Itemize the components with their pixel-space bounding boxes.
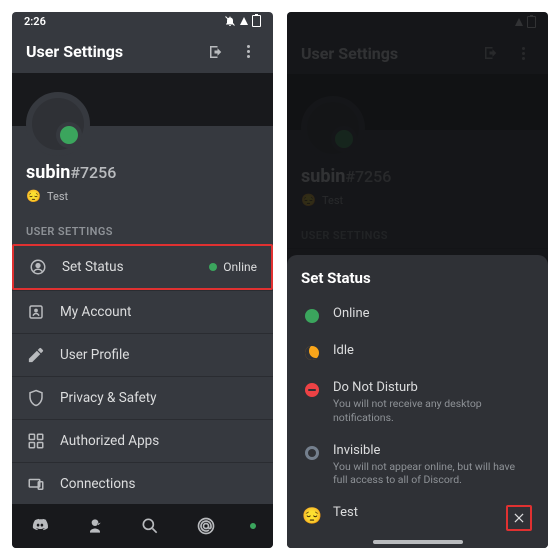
battery-icon bbox=[252, 15, 261, 27]
option-label: Test bbox=[333, 505, 494, 520]
search-icon[interactable] bbox=[139, 515, 161, 537]
exit-icon[interactable] bbox=[205, 41, 227, 63]
home-indicator bbox=[373, 540, 463, 544]
custom-status-emoji: 😔 bbox=[303, 506, 321, 524]
option-subtext: You will not appear online, but will hav… bbox=[333, 460, 532, 487]
sheet-title: Set Status bbox=[301, 269, 534, 287]
status-option-custom[interactable]: 😔 Test bbox=[301, 496, 534, 540]
dnd-icon bbox=[303, 381, 321, 399]
option-label: Idle bbox=[333, 343, 532, 358]
row-connections[interactable]: Connections bbox=[12, 462, 273, 505]
status-icon bbox=[28, 257, 48, 277]
mentions-icon[interactable] bbox=[195, 515, 217, 537]
option-label: Do Not Disturb bbox=[333, 380, 532, 395]
row-label: Privacy & Safety bbox=[60, 390, 259, 406]
status-option-invisible[interactable]: Invisible You will not appear online, bu… bbox=[301, 434, 534, 496]
set-status-sheet: Set Status Online Idle Do Not Disturb Yo… bbox=[287, 255, 548, 548]
row-user-profile[interactable]: User Profile bbox=[12, 333, 273, 376]
status-value: Online bbox=[209, 260, 257, 274]
status-option-online[interactable]: Online bbox=[301, 297, 534, 334]
shield-icon bbox=[26, 388, 46, 408]
profile-nav-icon[interactable] bbox=[250, 523, 256, 529]
section-label: USER SETTINGS bbox=[12, 211, 273, 244]
status-option-dnd[interactable]: Do Not Disturb You will not receive any … bbox=[301, 371, 534, 433]
phone-left-user-settings: 2:26 User Settings subin#7256 😔 Test bbox=[12, 12, 273, 548]
bottom-nav bbox=[12, 504, 273, 548]
avatar[interactable] bbox=[26, 92, 90, 156]
signal-icon bbox=[240, 17, 248, 25]
clock: 2:26 bbox=[24, 15, 46, 28]
more-icon[interactable] bbox=[237, 41, 259, 63]
account-icon bbox=[26, 302, 46, 322]
row-label: User Profile bbox=[60, 347, 259, 363]
row-set-status[interactable]: Set Status Online bbox=[12, 244, 273, 290]
discriminator: #7256 bbox=[70, 163, 116, 182]
profile-banner bbox=[12, 73, 273, 126]
custom-status[interactable]: 😔 Test bbox=[26, 189, 259, 203]
custom-status-text: Test bbox=[47, 190, 68, 203]
connections-icon bbox=[26, 474, 46, 494]
invisible-icon bbox=[303, 444, 321, 462]
pencil-icon bbox=[26, 345, 46, 365]
idle-moon-icon bbox=[303, 344, 321, 362]
option-label: Invisible bbox=[333, 443, 532, 458]
online-dot-icon bbox=[209, 263, 217, 271]
presence-online-icon bbox=[56, 122, 82, 148]
row-authorized-apps[interactable]: Authorized Apps bbox=[12, 419, 273, 462]
discord-logo-icon[interactable] bbox=[29, 515, 51, 537]
row-label: Authorized Apps bbox=[60, 433, 259, 449]
friends-icon[interactable] bbox=[84, 515, 106, 537]
row-my-account[interactable]: My Account bbox=[12, 290, 273, 333]
phone-right-set-status-sheet: User Settings subin#7256 😔 Test USER SET… bbox=[287, 12, 548, 548]
status-option-idle[interactable]: Idle bbox=[301, 334, 534, 371]
row-label: Connections bbox=[60, 476, 259, 492]
dnd-bell-icon bbox=[224, 15, 236, 27]
option-label: Online bbox=[333, 306, 532, 321]
apps-icon bbox=[26, 431, 46, 451]
page-title: User Settings bbox=[26, 42, 195, 61]
username: subin bbox=[26, 162, 70, 183]
status-icons bbox=[224, 15, 261, 27]
row-privacy-safety[interactable]: Privacy & Safety bbox=[12, 376, 273, 419]
status-bar: 2:26 bbox=[12, 12, 273, 31]
custom-status-emoji: 😔 bbox=[26, 189, 41, 203]
clear-custom-status-button[interactable] bbox=[506, 505, 532, 531]
close-icon bbox=[512, 511, 526, 525]
option-subtext: You will not receive any desktop notific… bbox=[333, 397, 532, 424]
row-label: My Account bbox=[60, 304, 259, 320]
row-label: Set Status bbox=[62, 259, 195, 275]
app-header: User Settings bbox=[12, 31, 273, 73]
online-dot-icon bbox=[303, 307, 321, 325]
